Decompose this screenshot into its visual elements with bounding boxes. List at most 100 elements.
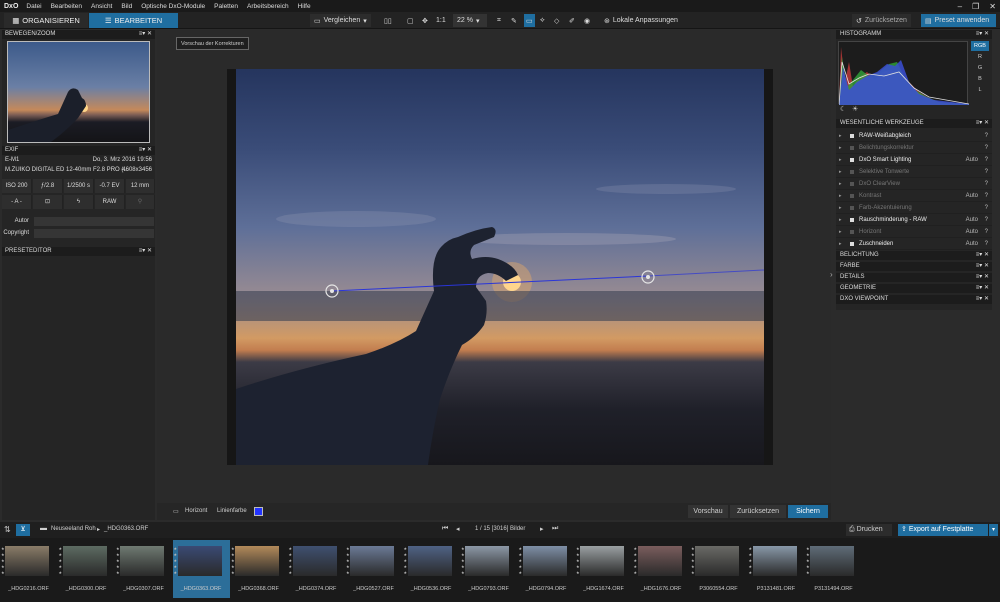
collapse-right-icon[interactable]: › (830, 270, 833, 279)
filmstrip-thumbnail[interactable]: ★ ★ ★ ★ ★ _HDG1676.ORF (633, 540, 690, 598)
filmstrip-thumbnail[interactable]: ★ ★ ★ ★ ★ _HDG0300.ORF (58, 540, 115, 598)
horizon-handle-left[interactable] (327, 286, 339, 298)
channel-rgb[interactable]: RGB (971, 41, 989, 51)
tool-row[interactable]: ▸ Horizont Auto? (836, 226, 992, 238)
panel-controls[interactable]: ≡▾ ✕ (139, 247, 152, 256)
prev-image-icon[interactable]: ◂ (456, 525, 460, 533)
eye-icon[interactable]: ◉ (584, 14, 590, 27)
tool-row[interactable]: ▸ Selektive Tonwerte? (836, 166, 992, 178)
help-icon[interactable]: ? (985, 142, 988, 154)
tool-disabled-icon[interactable] (850, 182, 854, 186)
tool-row[interactable]: ▸ Rauschminderung - RAW Auto? (836, 214, 992, 226)
local-adjust-button[interactable]: ⊛ Lokale Anpassungen (604, 14, 678, 27)
reset-button[interactable]: ↺ Zurücksetzen (852, 14, 911, 27)
expand-arrow-icon[interactable]: ▸ (839, 178, 842, 190)
menu-paletten[interactable]: Paletten (214, 3, 238, 10)
apply-preset-button[interactable]: ▤ Preset anwenden (921, 14, 996, 27)
filter-icon[interactable]: ⊻ (16, 524, 30, 536)
preset-editor-header[interactable]: PRESETEDITOR ≡▾ ✕ (2, 247, 155, 256)
filmstrip-thumbnail[interactable]: ★ ★ ★ ★ ★ _HDG0793.ORF (460, 540, 517, 598)
palette-section-header[interactable]: DXO VIEWPOINT ≡▾ ✕ (836, 295, 992, 304)
crop-icon[interactable]: ⌗ (497, 14, 501, 27)
panel-controls[interactable]: ≡▾ ✕ (976, 119, 989, 128)
tab-edit[interactable]: ☰ BEARBEITEN (89, 13, 178, 28)
menu-ansicht[interactable]: Ansicht (91, 3, 112, 10)
tool-row[interactable]: ▸ RAW-Weißabgleich? (836, 130, 992, 142)
tool-enabled-icon[interactable] (850, 242, 854, 246)
filmstrip-thumbnail[interactable]: ★ ★ ★ ★ ★ _HDG0794.ORF (518, 540, 575, 598)
tool-row[interactable]: ▸ Zuschneiden Auto? (836, 238, 992, 250)
filmstrip-thumbnail[interactable]: ★ ★ ★ ★ ★ P3060554.ORF (690, 540, 747, 598)
panel-controls[interactable]: ≡▾ ✕ (976, 284, 989, 293)
panel-controls[interactable]: ≡▾ ✕ (976, 30, 989, 39)
menu-bild[interactable]: Bild (121, 3, 132, 10)
maximize-button[interactable]: ❐ (972, 2, 979, 11)
exif-header[interactable]: EXIF ≡▾ ✕ (2, 146, 155, 155)
expand-arrow-icon[interactable]: ▸ (839, 190, 842, 202)
repair-icon[interactable]: ✐ (569, 14, 575, 27)
expand-arrow-icon[interactable]: ▸ (839, 142, 842, 154)
tool-row[interactable]: ▸ DxO ClearView? (836, 178, 992, 190)
channel-l[interactable]: L (971, 85, 989, 95)
tool-row[interactable]: ▸ Farb-Akzentuierung? (836, 202, 992, 214)
tool-disabled-icon[interactable] (850, 170, 854, 174)
filmstrip-thumbnail[interactable]: ★ ★ ★ ★ ★ P3131481.ORF (748, 540, 805, 598)
menu-arbeitsbereich[interactable]: Arbeitsbereich (247, 3, 289, 10)
tool-enabled-icon[interactable] (850, 218, 854, 222)
menu-datei[interactable]: Datei (26, 3, 41, 10)
channel-r[interactable]: R (971, 52, 989, 62)
tool-disabled-icon[interactable] (850, 206, 854, 210)
next-image-icon[interactable]: ▸ (540, 525, 544, 533)
expand-arrow-icon[interactable]: ▸ (839, 166, 842, 178)
highlight-clip-icon[interactable]: ☀ (852, 105, 858, 113)
navigator-thumbnail[interactable] (7, 41, 150, 143)
close-button[interactable]: ✕ (989, 2, 996, 11)
tool-row[interactable]: ▸ Kontrast Auto? (836, 190, 992, 202)
viewer-reset-button[interactable]: Zurücksetzen (730, 505, 786, 518)
expand-arrow-icon[interactable]: ▸ (839, 130, 842, 142)
filmstrip-thumbnail[interactable]: ★ ★ ★ ★ ★ _HDG0363.ORF (172, 540, 230, 598)
line-color-swatch[interactable] (254, 507, 263, 516)
filmstrip-thumbnail[interactable]: ★ ★ ★ ★ ★ _HDG0527.ORF (345, 540, 402, 598)
panel-controls[interactable]: ≡▾ ✕ (976, 251, 989, 260)
histogram-header[interactable]: HISTOGRAMM ≡▾ ✕ (836, 30, 992, 39)
expand-arrow-icon[interactable]: ▸ (839, 154, 842, 166)
eyedropper-icon[interactable]: ✎ (511, 14, 517, 27)
menu-hilfe[interactable]: Hilfe (298, 3, 311, 10)
help-icon[interactable]: ? (985, 166, 988, 178)
copyright-field[interactable] (34, 229, 154, 238)
fit-screen-icon[interactable]: ▢ (407, 14, 414, 27)
horizon-handle-right[interactable] (642, 271, 654, 283)
filmstrip-thumbnail[interactable]: ★ ★ ★ ★ ★ _HDG0368.ORF (230, 540, 287, 598)
perspective-icon[interactable]: ⟡ (540, 14, 545, 27)
palette-section-header[interactable]: DETAILS ≡▾ ✕ (836, 273, 992, 282)
expand-arrow-icon[interactable]: ▸ (839, 226, 842, 238)
filmstrip-thumbnail[interactable]: ★ ★ ★ ★ ★ _HDG0374.ORF (288, 540, 345, 598)
expand-arrow-icon[interactable]: ▸ (839, 202, 842, 214)
filmstrip-thumbnail[interactable]: ★ ★ ★ ★ ★ _HDG0216.ORF (0, 540, 57, 598)
split-view-icon[interactable]: ▯▯ (384, 14, 392, 27)
expand-arrow-icon[interactable]: ▸ (839, 214, 842, 226)
help-icon[interactable]: ? (985, 214, 988, 226)
help-icon[interactable]: ? (985, 154, 988, 166)
filmstrip-thumbnail[interactable]: ★ ★ ★ ★ ★ _HDG1674.ORF (575, 540, 632, 598)
panel-controls[interactable]: ≡▾ ✕ (976, 295, 989, 304)
zoom-select[interactable]: 22 % ▾ (453, 14, 487, 27)
zoom-1to1-button[interactable]: 1:1 (436, 14, 446, 27)
palette-section-header[interactable]: GEOMETRIE ≡▾ ✕ (836, 284, 992, 293)
preview-button[interactable]: Vorschau (688, 505, 728, 518)
print-button[interactable]: ⎙ Drucken (846, 524, 892, 536)
filmstrip-thumbnail[interactable]: ★ ★ ★ ★ ★ _HDG0536.ORF (403, 540, 460, 598)
help-icon[interactable]: ? (985, 190, 988, 202)
tool-disabled-icon[interactable] (850, 194, 854, 198)
folder-name[interactable]: Neuseeland Roh (51, 526, 96, 532)
menu-bearbeiten[interactable]: Bearbeiten (51, 3, 82, 10)
help-icon[interactable]: ? (985, 238, 988, 250)
tool-row[interactable]: ▸ DxO Smart Lighting Auto? (836, 154, 992, 166)
tool-disabled-icon[interactable] (850, 146, 854, 150)
export-button[interactable]: ⇪ Export auf Festplatte (898, 524, 988, 536)
panel-controls[interactable]: ≡▾ ✕ (139, 30, 152, 39)
nav-zoom-header[interactable]: BEWEGEN/ZOOM ≡▾ ✕ (2, 30, 155, 39)
first-image-icon[interactable]: ⏮ (442, 525, 448, 533)
shadow-clip-icon[interactable]: ☾ (840, 105, 846, 113)
